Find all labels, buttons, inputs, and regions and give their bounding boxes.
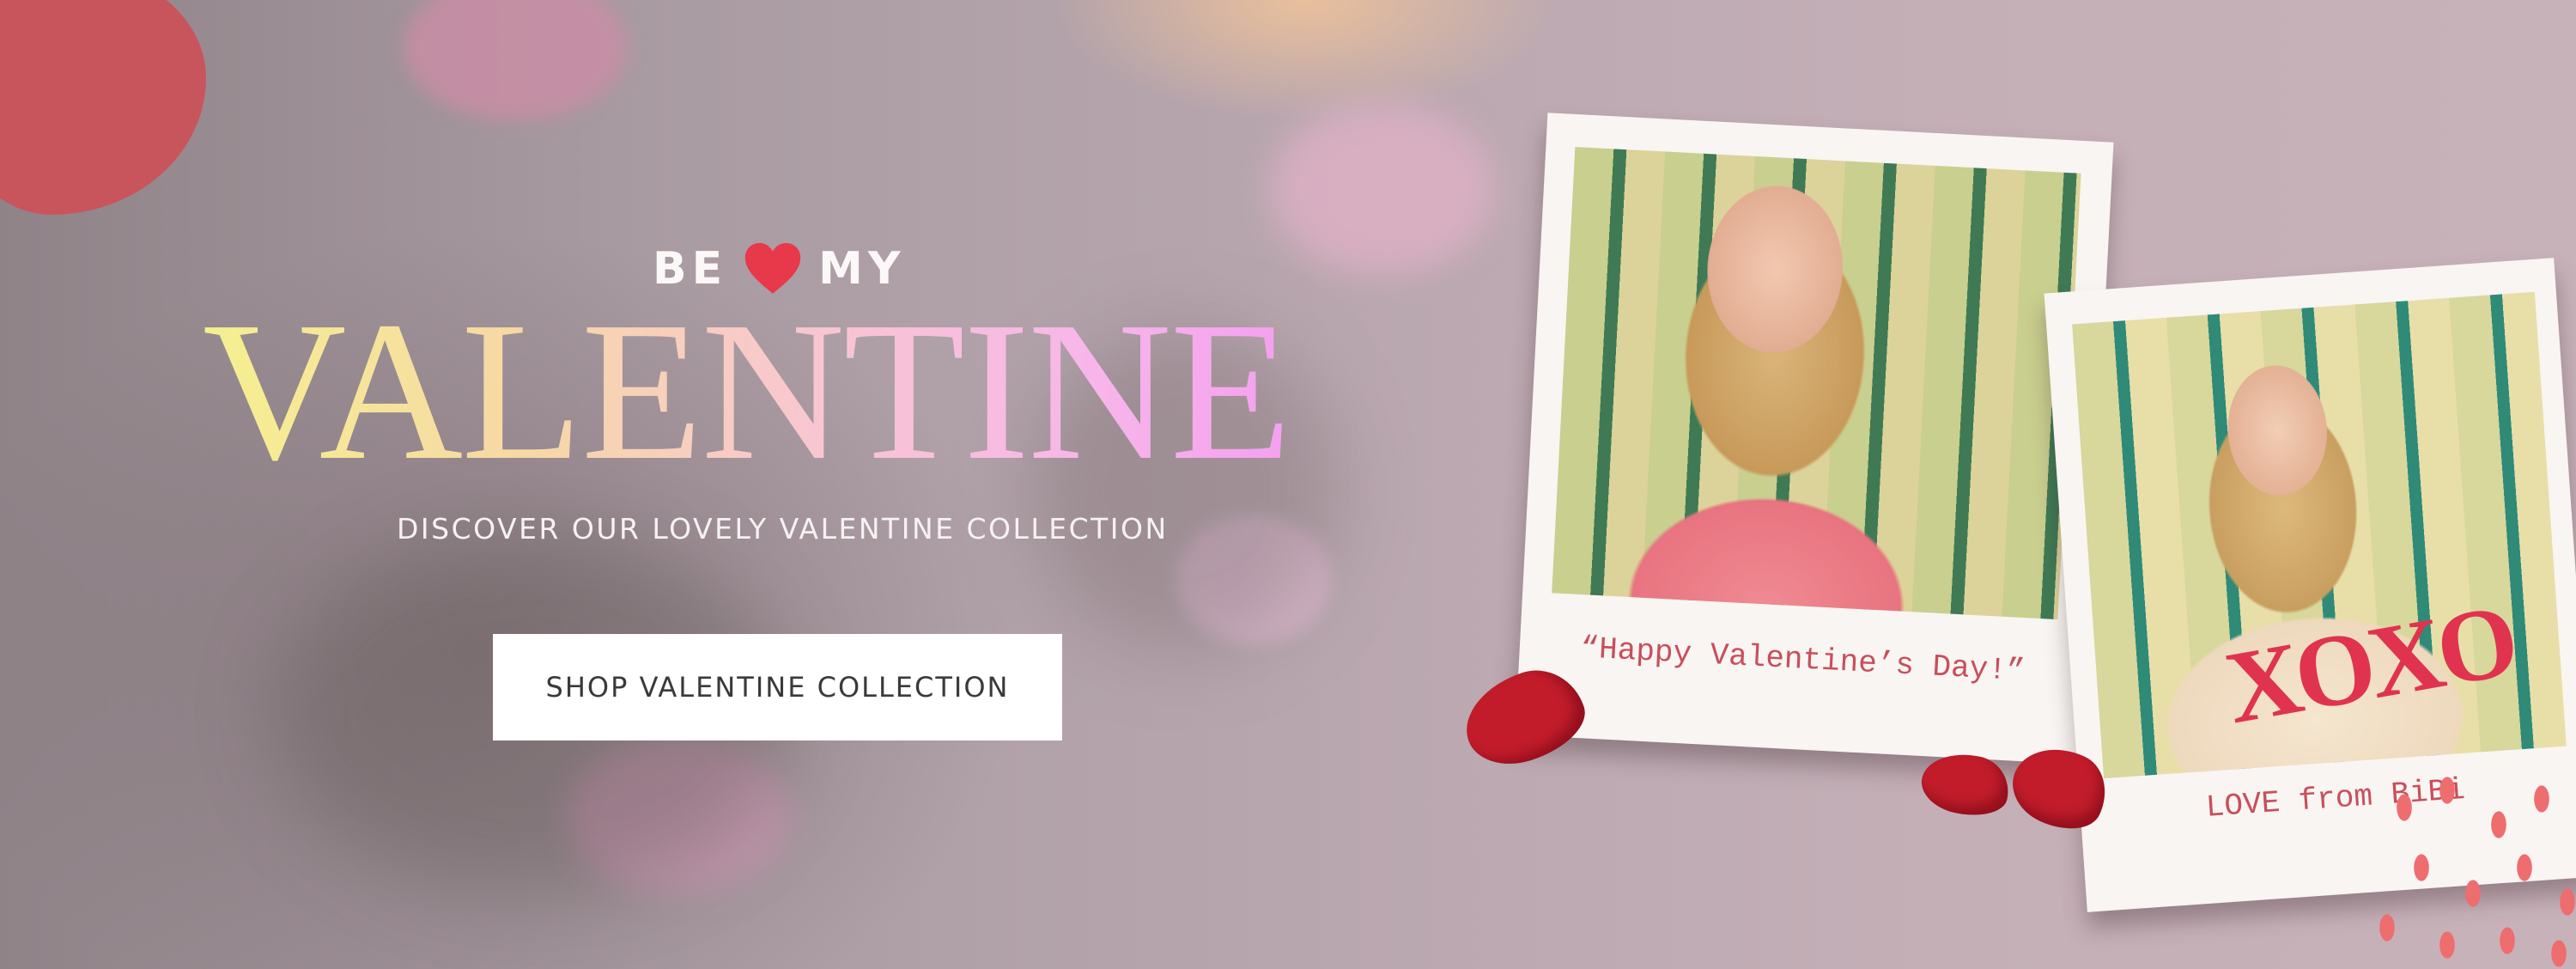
sweater-xoxo-text: XOXO [2217, 582, 2522, 746]
polaroid-photo-1: “Happy Valentine’s Day!” [1515, 113, 2114, 765]
shop-valentine-collection-button[interactable]: SHOP VALENTINE COLLECTION [493, 634, 1062, 740]
decorative-red-blob [0, 0, 206, 215]
confetti-decoration [2370, 773, 2576, 969]
valentine-hero-banner[interactable]: BE MY VALENTINE DISCOVER OUR LOVELY VALE… [0, 0, 2576, 969]
model-xoxo-sweater-photo: XOXO [2072, 291, 2567, 779]
polaroid-caption: “Happy Valentine’s Day!” [1579, 631, 2026, 690]
hero-title: VALENTINE [203, 281, 1291, 502]
decorative-blurred-flower [404, 0, 627, 120]
hero-subtitle: DISCOVER OUR LOVELY VALENTINE COLLECTION [397, 512, 1169, 545]
decorative-blurred-flower [1271, 103, 1494, 275]
model-pink-heart-sweater-photo [1552, 146, 2081, 620]
